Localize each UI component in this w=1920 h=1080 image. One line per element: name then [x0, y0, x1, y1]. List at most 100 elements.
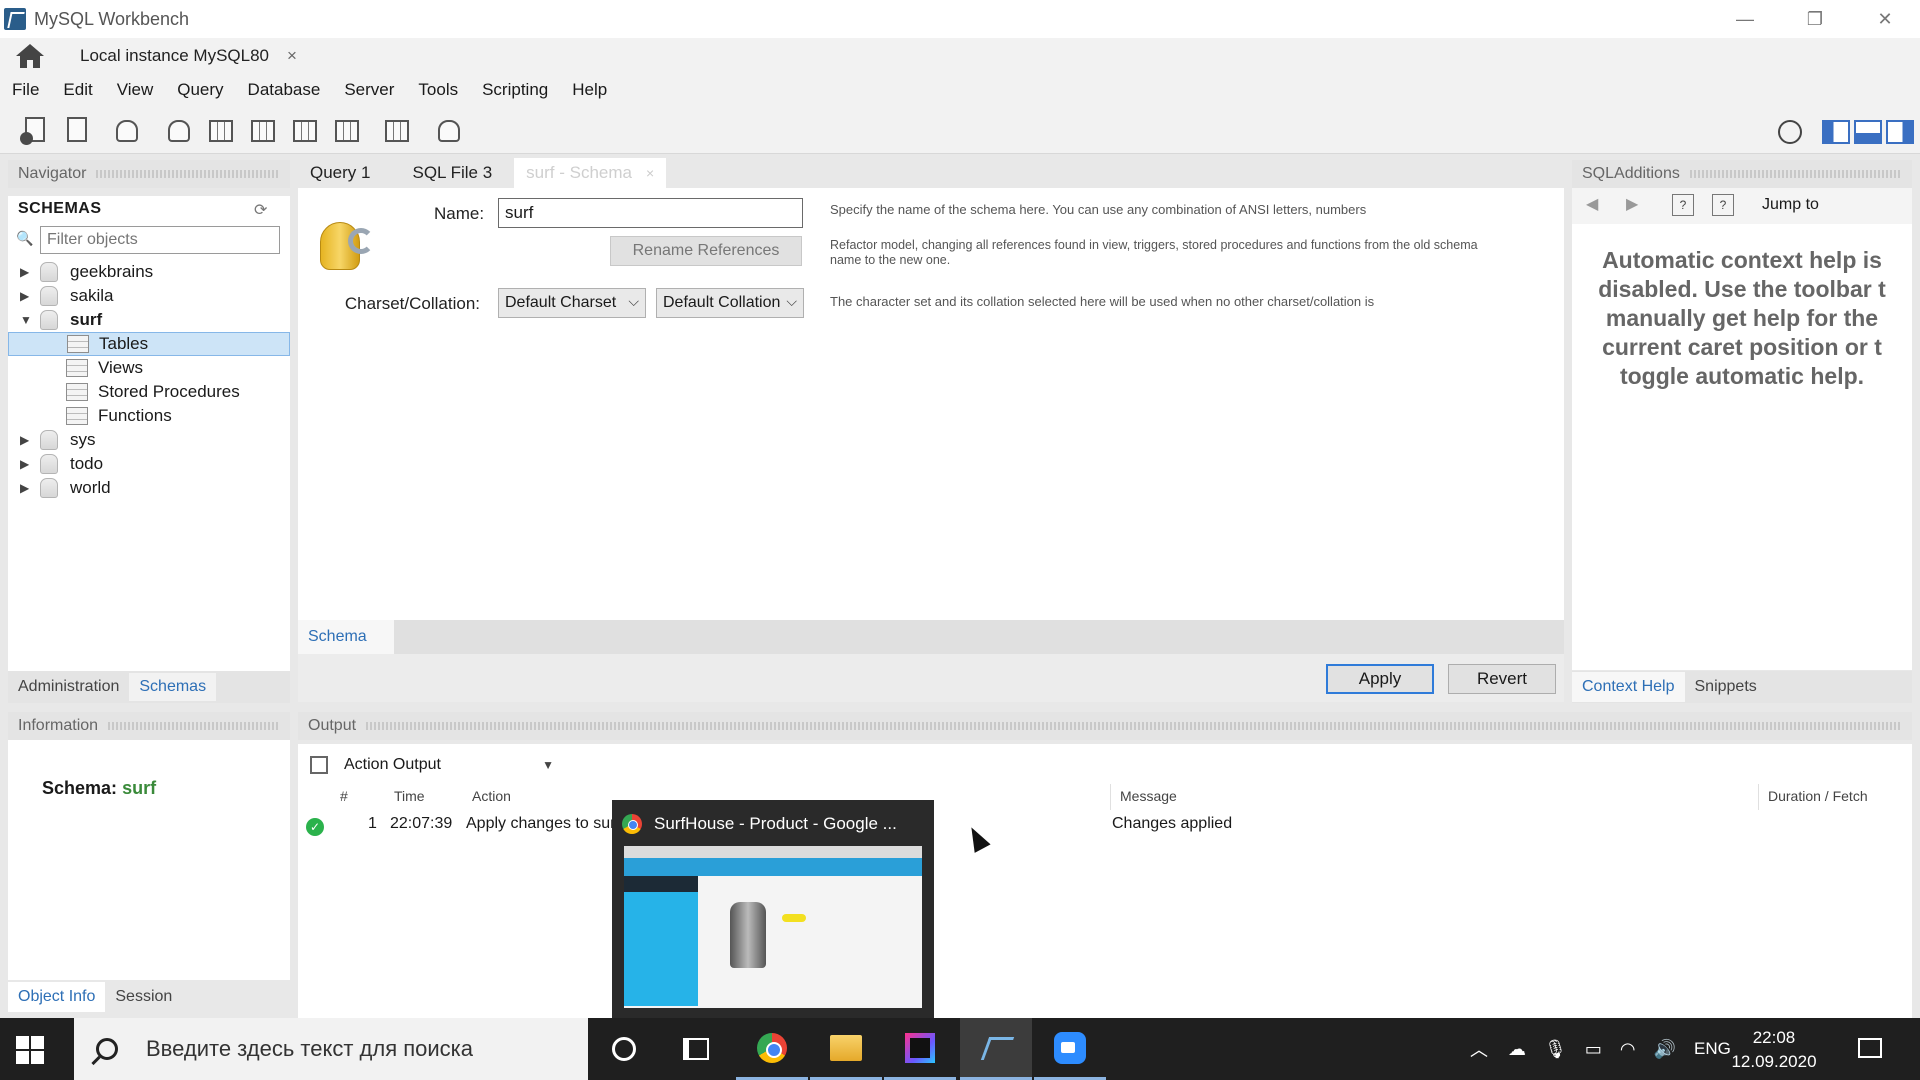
menu-file[interactable]: File	[0, 80, 51, 100]
filter-objects-input[interactable]	[40, 226, 280, 254]
tab-surf-schema[interactable]: surf - Schema ×	[514, 158, 667, 188]
taskbar-search-box[interactable]: Введите здесь текст для поиска	[74, 1018, 588, 1080]
create-view-icon[interactable]	[246, 114, 280, 148]
onedrive-icon[interactable]: ☁	[1508, 1039, 1526, 1060]
menu-edit[interactable]: Edit	[51, 80, 104, 100]
expand-arrow-icon[interactable]: ▶	[20, 433, 32, 447]
taskbar-clock[interactable]: 22:08 12.09.2020	[1726, 1026, 1822, 1074]
home-icon[interactable]	[12, 42, 48, 70]
zoom-taskbar-button[interactable]	[1034, 1018, 1106, 1080]
forward-icon[interactable]: ▶	[1626, 194, 1638, 214]
column-header-duration[interactable]: Duration / Fetch	[1768, 788, 1868, 804]
menu-help[interactable]: Help	[560, 80, 619, 100]
connection-tab[interactable]: Local instance MySQL80 ×	[66, 40, 311, 72]
schema-geekbrains[interactable]: ▶ geekbrains	[8, 260, 290, 284]
tab-session[interactable]: Session	[105, 988, 182, 1006]
file-explorer-taskbar-button[interactable]	[810, 1018, 882, 1080]
expand-arrow-icon[interactable]: ▶	[20, 289, 32, 303]
windows-start-icon[interactable]	[16, 1036, 44, 1064]
taskbar-thumbnail-preview[interactable]: SurfHouse - Product - Google ...	[612, 800, 934, 1018]
create-schema-icon[interactable]	[162, 114, 196, 148]
toggle-output-icon[interactable]	[1854, 120, 1882, 144]
menu-server[interactable]: Server	[332, 80, 406, 100]
menu-query[interactable]: Query	[165, 80, 235, 100]
create-table-icon[interactable]	[204, 114, 238, 148]
column-header-number[interactable]: #	[340, 788, 348, 804]
expand-arrow-icon[interactable]: ▶	[20, 457, 32, 471]
tab-schemas[interactable]: Schemas	[129, 673, 217, 701]
menu-view[interactable]: View	[105, 80, 166, 100]
menu-database[interactable]: Database	[236, 80, 333, 100]
expand-arrow-icon[interactable]: ▶	[20, 481, 32, 495]
notifications-icon[interactable]	[1858, 1038, 1882, 1058]
tree-item-tables[interactable]: Tables	[8, 332, 290, 356]
schema-todo[interactable]: ▶ todo	[8, 452, 290, 476]
column-divider[interactable]	[1758, 784, 1759, 810]
create-procedure-icon[interactable]	[288, 114, 322, 148]
restore-button[interactable]: ❐	[1780, 0, 1850, 38]
intellij-taskbar-button[interactable]	[884, 1018, 956, 1080]
close-connection-tab-icon[interactable]: ×	[287, 46, 297, 66]
back-icon[interactable]: ◀	[1586, 194, 1598, 214]
schema-name-input[interactable]: surf	[498, 198, 803, 228]
column-header-time[interactable]: Time	[394, 788, 425, 804]
column-divider[interactable]	[1110, 784, 1111, 810]
toggle-sqladditions-icon[interactable]	[1886, 120, 1914, 144]
copy-icon[interactable]	[310, 756, 328, 774]
collapse-arrow-icon[interactable]: ▼	[20, 313, 32, 327]
tab-schema[interactable]: Schema	[298, 620, 394, 654]
search-table-data-icon[interactable]	[380, 114, 414, 148]
reconnect-icon[interactable]	[432, 114, 466, 148]
schema-world[interactable]: ▶ world	[8, 476, 290, 500]
tree-item-stored-procedures[interactable]: Stored Procedures	[8, 380, 290, 404]
output-type-select[interactable]: Action Output ▼	[342, 752, 564, 778]
volume-icon[interactable]: 🔊	[1654, 1039, 1676, 1060]
rename-references-button[interactable]: Rename References	[610, 236, 802, 266]
menu-scripting[interactable]: Scripting	[470, 80, 560, 100]
jump-to-label[interactable]: Jump to	[1762, 196, 1819, 214]
schema-sys[interactable]: ▶ sys	[8, 428, 290, 452]
schema-inspector-icon[interactable]	[110, 114, 144, 148]
procedures-folder-icon	[66, 383, 88, 401]
windows-taskbar: Введите здесь текст для поиска ︿ ☁ 🎙 ▭ ◠…	[0, 1018, 1920, 1080]
revert-button[interactable]: Revert	[1448, 664, 1556, 694]
expand-arrow-icon[interactable]: ▶	[20, 265, 32, 279]
cortana-button[interactable]	[588, 1018, 660, 1080]
window-controls: — ❐ ✕	[1710, 0, 1920, 38]
tab-query-1[interactable]: Query 1	[298, 158, 382, 188]
tab-context-help[interactable]: Context Help	[1572, 672, 1685, 702]
tab-sql-file-3[interactable]: SQL File 3	[400, 158, 504, 188]
apply-button[interactable]: Apply	[1326, 664, 1434, 694]
tab-administration[interactable]: Administration	[8, 678, 129, 696]
menu-tools[interactable]: Tools	[406, 80, 470, 100]
sqladditions-toolbar: ◀ ▶ ? ? Jump to	[1572, 188, 1912, 224]
tab-snippets[interactable]: Snippets	[1685, 672, 1767, 702]
column-header-action[interactable]: Action	[472, 788, 511, 804]
tree-item-functions[interactable]: Functions	[8, 404, 290, 428]
minimize-button[interactable]: —	[1710, 0, 1780, 38]
close-tab-icon[interactable]: ×	[646, 165, 654, 181]
mysql-workbench-taskbar-button[interactable]	[960, 1018, 1032, 1080]
microphone-icon[interactable]: 🎙	[1544, 1039, 1567, 1060]
toggle-sidebar-icon[interactable]	[1822, 120, 1850, 144]
user-account-icon[interactable]	[1778, 120, 1802, 144]
schema-sakila[interactable]: ▶ sakila	[8, 284, 290, 308]
auto-help-icon[interactable]: ?	[1712, 194, 1734, 216]
charset-select[interactable]: Default Charset ⌵	[498, 288, 646, 318]
tab-object-info[interactable]: Object Info	[8, 982, 106, 1012]
chevron-up-icon[interactable]: ︿	[1470, 1036, 1488, 1062]
create-function-icon[interactable]	[330, 114, 364, 148]
close-button[interactable]: ✕	[1850, 0, 1920, 38]
battery-icon[interactable]: ▭	[1585, 1039, 1602, 1060]
new-sql-tab-icon[interactable]	[18, 114, 52, 148]
task-view-button[interactable]	[660, 1018, 732, 1080]
manual-help-icon[interactable]: ?	[1672, 194, 1694, 216]
wifi-icon[interactable]: ◠	[1620, 1039, 1636, 1060]
open-sql-script-icon[interactable]	[60, 114, 94, 148]
tree-item-views[interactable]: Views	[8, 356, 290, 380]
column-header-message[interactable]: Message	[1120, 788, 1177, 804]
schema-surf[interactable]: ▼ surf	[8, 308, 290, 332]
collation-select[interactable]: Default Collation ⌵	[656, 288, 804, 318]
refresh-schemas-icon[interactable]: ⟳	[254, 200, 272, 219]
chrome-taskbar-button[interactable]	[736, 1018, 808, 1080]
